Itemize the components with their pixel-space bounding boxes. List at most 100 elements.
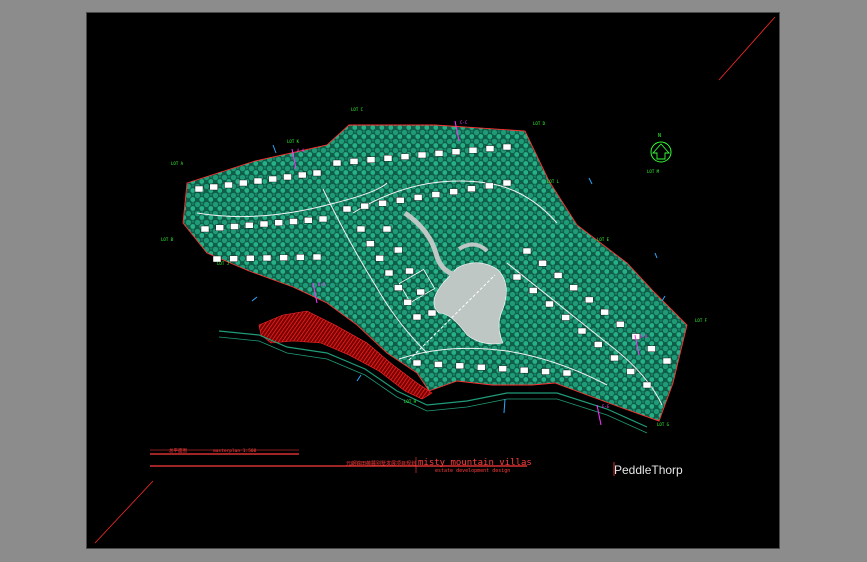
house-footprint [360,202,369,210]
house-footprint [562,369,572,377]
house-footprint [600,308,609,316]
section-mark: E-E [602,404,610,409]
house-footprint [262,254,272,262]
house-footprint [383,154,393,162]
chinese-title: 元朗锦田薇麓别墅发展项目规划 [346,460,416,467]
house-footprint [296,254,305,261]
house-footprint [413,194,423,201]
house-footprint [246,255,255,262]
house-footprint [412,359,422,367]
house-footprint [502,143,512,151]
lot-label: LOT A [171,161,184,166]
house-footprint [215,224,224,231]
house-footprint [209,183,218,191]
house-footprint [577,327,587,335]
house-footprint [538,260,547,267]
title-block: 元朗锦田薇麓别墅发展项目规划 misty mountain villas est… [150,457,683,477]
lot-label: LOT F [695,318,708,323]
lot-label: LOT K [287,139,300,144]
house-footprint [455,362,465,370]
house-footprint [405,267,414,275]
house-footprint [468,146,478,154]
section-mark: C-C [460,120,468,125]
house-footprint [467,185,476,192]
house-footprint [512,273,522,281]
lot-label: LOT L [547,179,560,184]
house-footprint [378,200,387,207]
house-footprint [541,368,550,375]
house-footprint [356,225,366,233]
house-footprint [384,269,394,277]
house-footprint [416,288,425,296]
house-footprint [349,158,359,165]
north-arrow: N [650,133,672,163]
house-footprint [642,381,652,389]
house-footprint [610,354,619,362]
house-footprint [485,145,495,152]
section-mark: B-B [318,282,326,287]
house-footprint [312,253,322,261]
house-footprint [594,341,603,348]
house-footprint [502,179,512,187]
house-footprint [434,361,443,368]
house-footprint [400,153,410,160]
house-footprint [626,368,635,375]
project-subtitle: estate development design [435,468,510,474]
house-footprint [553,272,563,279]
house-footprint [394,284,403,291]
site-masterplan-drawing: LOT A LOT B LOT C LOT D LOT E LOT F LOT G LOT H… [94,16,776,544]
guide-line [718,16,776,81]
house-footprint [332,159,342,167]
house-footprint [304,217,313,224]
house-footprint [375,255,384,262]
house-footprint [545,300,554,308]
scale-bar: 总平面图 masterplan 1:500 [150,447,299,455]
house-footprint [230,223,239,230]
lot-label: LOT C [351,107,364,112]
house-footprint [485,182,494,190]
section-mark: A-A [297,148,305,153]
house-footprint [451,148,461,156]
house-footprint [253,177,263,185]
house-footprint [498,365,507,372]
guide-line [94,480,154,544]
cad-viewport[interactable]: LOT A LOT B LOT C LOT D LOT E LOT F LOT G LOT H… [86,12,780,549]
plan-label: 总平面图 [169,447,187,454]
north-label: N [658,133,661,139]
house-footprint [224,181,233,189]
firm-name: PeddleThorp [614,463,683,477]
house-footprint [366,156,376,164]
lot-label: LOT E [597,237,610,242]
house-footprint [298,171,307,179]
house-footprint [194,185,204,193]
house-footprint [396,197,405,204]
house-footprint [342,205,352,213]
house-footprint [268,175,277,183]
house-footprint [279,254,288,261]
house-footprint [431,191,441,198]
lot-label: LOT H [404,399,417,404]
house-footprint [229,255,238,262]
house-footprint [382,225,392,233]
house-footprint [200,225,210,233]
house-footprint [289,218,298,225]
house-footprint [259,220,269,228]
house-footprint [522,247,532,255]
house-footprint [239,179,248,187]
house-footprint [662,357,672,365]
house-footprint [569,284,578,291]
house-footprint [312,169,322,177]
house-footprint [529,287,538,294]
lot-label: LOT D [533,121,546,126]
scale-text: masterplan 1:500 [213,448,257,454]
house-footprint [585,296,594,304]
lot-label: LOT J [217,261,229,266]
house-footprint [616,321,625,328]
house-footprint [318,215,328,223]
project-name: misty mountain villas [418,458,532,468]
house-footprint [477,364,486,371]
house-footprint [283,173,292,181]
house-footprint [434,150,444,157]
lot-label: LOT B [161,237,174,242]
house-footprint [427,309,437,317]
